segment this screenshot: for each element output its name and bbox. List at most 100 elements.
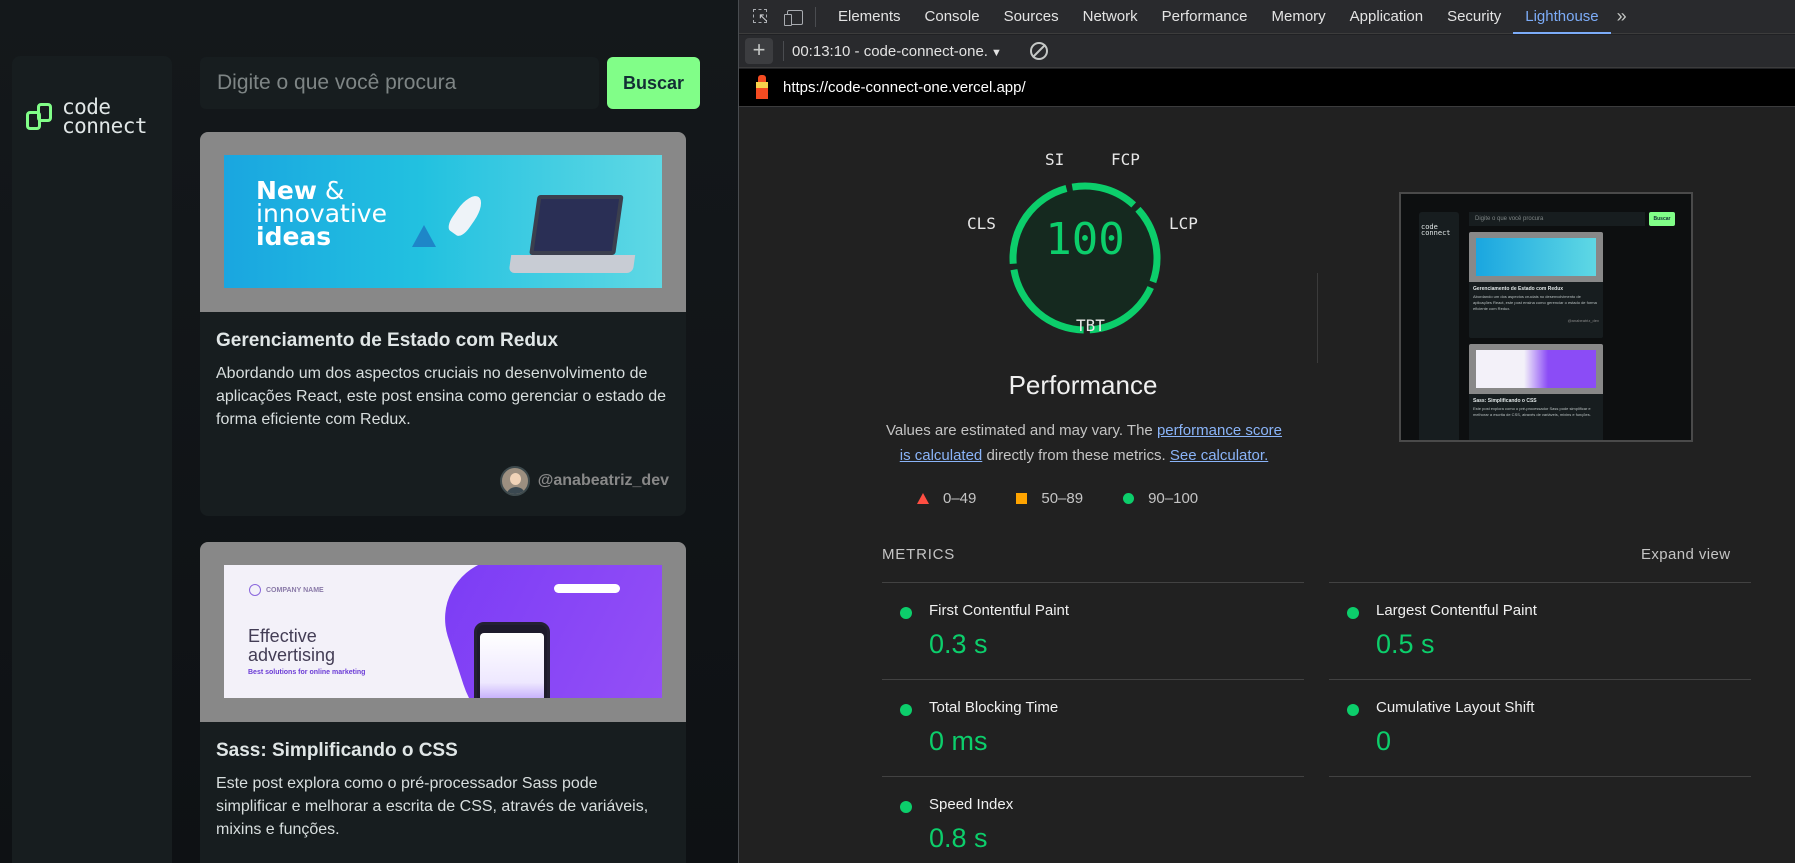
tab-elements[interactable]: Elements <box>826 0 913 34</box>
pass-circle-icon <box>1123 493 1135 504</box>
score-disclaimer: Values are estimated and may vary. The p… <box>885 422 1283 464</box>
banner-image-advertising: COMPANY NAME Effective advertising Best … <box>224 565 662 698</box>
metric-name: Cumulative Layout Shift <box>1376 699 1535 716</box>
avatar <box>499 466 530 496</box>
site-sidebar: code connect <box>12 56 172 863</box>
more-tabs-icon[interactable]: » <box>1611 6 1633 27</box>
metric-value: 0 <box>1376 726 1392 756</box>
divider <box>1317 273 1318 363</box>
lighthouse-report: SI FCP CLS LCP TBT 100 Performance Value… <box>739 108 1795 863</box>
expand-view-button[interactable]: Expand view <box>1641 546 1730 563</box>
logo-text: code connect <box>62 97 148 138</box>
metric-cumulative-layout-shift[interactable]: Cumulative Layout Shift 0 <box>1329 679 1751 776</box>
legend-pass: 90–100 <box>1148 490 1199 507</box>
report-url[interactable]: https://code-connect-one.vercel.app/ <box>783 79 1026 96</box>
inspect-element-icon[interactable] <box>751 7 771 27</box>
pass-circle-icon <box>900 607 912 619</box>
report-selector[interactable]: 00:13:10 - code-connect-one. ▼ <box>792 43 1002 60</box>
metric-name: Speed Index <box>929 796 1014 813</box>
calculator-link[interactable]: See calculator. <box>1170 447 1268 464</box>
gauge-label-si[interactable]: SI <box>1045 150 1064 169</box>
metric-value: 0.3 s <box>929 629 988 659</box>
tab-performance[interactable]: Performance <box>1150 0 1260 34</box>
tab-lighthouse[interactable]: Lighthouse <box>1513 0 1612 34</box>
author-name: @anabeatriz_dev <box>537 472 669 489</box>
tab-sources[interactable]: Sources <box>992 0 1071 34</box>
screenshot-card-text: Este post explora como o pré-processador… <box>1473 406 1591 417</box>
screenshot-card-title: Sass: Simplificando o CSS <box>1473 398 1537 404</box>
tab-console[interactable]: Console <box>913 0 992 34</box>
screenshot-logo: code connect <box>1421 223 1451 237</box>
metric-value: 0.5 s <box>1376 629 1435 659</box>
metric-name: First Contentful Paint <box>929 602 1070 619</box>
caret-down-icon: ▼ <box>990 46 1002 59</box>
code-connect-logo[interactable]: code connect <box>26 97 148 138</box>
divider <box>1329 776 1751 777</box>
post-title[interactable]: Gerenciamento de Estado com Redux <box>216 330 670 352</box>
tab-network[interactable]: Network <box>1071 0 1150 34</box>
gauge-label-cls[interactable]: CLS <box>967 214 996 233</box>
pass-circle-icon <box>900 801 912 813</box>
metric-value: 0.8 s <box>929 823 988 853</box>
screenshot-card-author: @anabeatriz_dev <box>1567 318 1599 323</box>
metric-first-contentful-paint[interactable]: First Contentful Paint 0.3 s <box>882 582 1304 679</box>
banner-company: COMPANY NAME <box>266 587 324 594</box>
search-input[interactable] <box>200 57 599 109</box>
devtools-tabbar: Elements Console Sources Network Perform… <box>739 0 1795 34</box>
new-report-button[interactable]: + <box>745 38 773 64</box>
screenshot-card: Gerenciamento de Estado com Redux Aborda… <box>1469 232 1603 338</box>
gauge-label-tbt[interactable]: TBT <box>1076 316 1105 335</box>
pass-circle-icon <box>1347 704 1359 716</box>
post-card[interactable]: New & innovative ideas Gerenciamento de … <box>200 132 686 516</box>
post-thumbnail: COMPANY NAME Effective advertising Best … <box>200 542 686 722</box>
banner-headline: Effective advertising <box>248 626 336 665</box>
final-screenshot-thumbnail[interactable]: code connect Digite o que você procura Bu… <box>1399 192 1693 442</box>
banner-search-bar <box>554 584 620 593</box>
metrics-heading: METRICS <box>882 546 956 563</box>
gauge-label-fcp[interactable]: FCP <box>1111 150 1140 169</box>
device-toolbar-icon[interactable] <box>783 7 803 27</box>
divider <box>783 41 784 61</box>
banner-headline: New & innovative ideas <box>256 176 387 251</box>
legend-average: 50–89 <box>1041 490 1084 507</box>
fail-triangle-icon <box>917 493 929 504</box>
metric-largest-contentful-paint[interactable]: Largest Contentful Paint 0.5 s <box>1329 582 1751 679</box>
lighthouse-icon <box>753 74 771 101</box>
metric-speed-index[interactable]: Speed Index 0.8 s <box>882 776 1304 863</box>
triangle-shape <box>412 225 436 247</box>
screenshot-sidebar <box>1419 212 1459 440</box>
screenshot-card: Sass: Simplificando o CSS Este post expl… <box>1469 344 1603 440</box>
screenshot-button: Buscar <box>1649 212 1675 226</box>
average-square-icon <box>1016 493 1028 504</box>
logo-text-bottom: connect <box>62 114 148 138</box>
performance-gauge[interactable]: SI FCP CLS LCP TBT 100 <box>959 148 1209 368</box>
search-button[interactable]: Buscar <box>607 57 700 109</box>
tab-application[interactable]: Application <box>1338 0 1435 34</box>
metric-total-blocking-time[interactable]: Total Blocking Time 0 ms <box>882 679 1304 776</box>
post-excerpt: Este post explora como o pré-processador… <box>216 775 649 838</box>
screenshot-card-title: Gerenciamento de Estado com Redux <box>1473 286 1564 292</box>
tab-memory[interactable]: Memory <box>1260 0 1338 34</box>
phone-illustration <box>474 622 550 698</box>
metric-value: 0 ms <box>929 726 988 756</box>
banner-subtitle: Best solutions for online marketing <box>248 669 366 676</box>
banner-image-new-ideas: New & innovative ideas <box>224 155 662 288</box>
metric-name: Largest Contentful Paint <box>1376 602 1537 619</box>
divider <box>815 6 816 27</box>
post-author[interactable]: @anabeatriz_dev <box>499 466 669 496</box>
post-title[interactable]: Sass: Simplificando o CSS <box>216 740 670 762</box>
screenshot-card-text: Abordando um dos aspectos cruciais no de… <box>1473 294 1597 311</box>
gauge-category-title: Performance <box>1008 370 1158 400</box>
legend-fail: 0–49 <box>943 490 977 507</box>
clear-reports-icon[interactable] <box>1029 42 1048 60</box>
post-card[interactable]: COMPANY NAME Effective advertising Best … <box>200 542 686 863</box>
tab-security[interactable]: Security <box>1435 0 1513 34</box>
pass-circle-icon <box>900 704 912 716</box>
pass-circle-icon <box>1347 607 1359 619</box>
post-excerpt: Abordando um dos aspectos cruciais no de… <box>216 365 667 428</box>
gauge-label-lcp[interactable]: LCP <box>1169 214 1198 233</box>
screenshot-search: Digite o que você procura <box>1469 212 1645 226</box>
rocket-icon <box>445 191 487 239</box>
devtools-panel: Elements Console Sources Network Perform… <box>738 0 1795 863</box>
report-url-bar: https://code-connect-one.vercel.app/ <box>739 69 1795 107</box>
